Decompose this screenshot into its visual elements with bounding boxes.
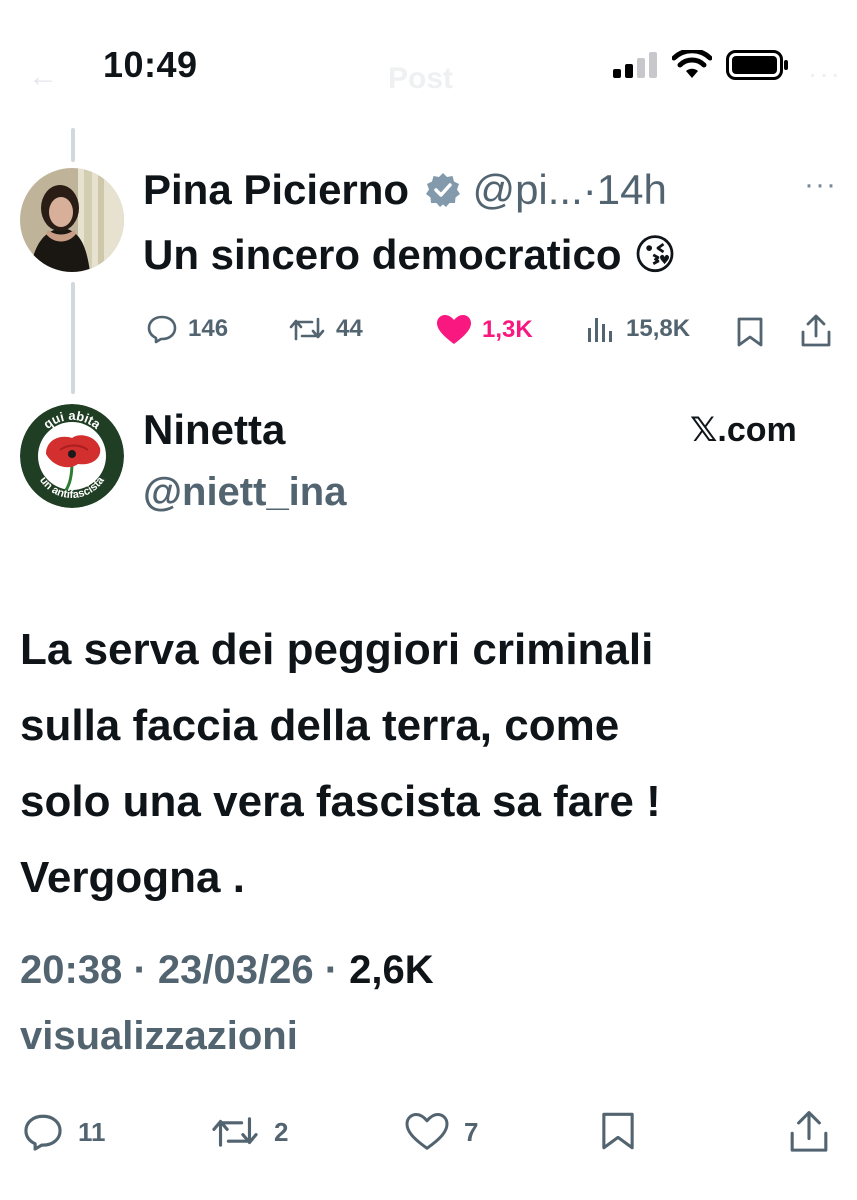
- repost-icon: [289, 317, 325, 341]
- reply-count: 146: [188, 315, 229, 342]
- like-count: 7: [464, 1116, 479, 1147]
- bookmark-icon[interactable]: [600, 1110, 636, 1152]
- repost-icon: [212, 1117, 258, 1147]
- views-icon: [588, 318, 612, 342]
- reply-icon: [147, 315, 177, 344]
- repost-button[interactable]: 2: [210, 1112, 288, 1152]
- tweet-text-line: sulla faccia della terra, come: [20, 701, 620, 750]
- avatar-antifascist-logo: qui abita un antifascista: [20, 404, 124, 508]
- views-count[interactable]: 2,6K: [349, 948, 434, 992]
- share-icon[interactable]: [788, 1110, 830, 1154]
- like-button[interactable]: 7: [404, 1112, 478, 1152]
- author-handle[interactable]: @pi...: [472, 166, 582, 213]
- header-title: Post: [388, 62, 454, 95]
- battery-icon: [726, 50, 788, 80]
- parent-tweet-header: Pina Picierno @pi...·14h: [143, 166, 667, 214]
- header-more-icon[interactable]: ···: [808, 58, 842, 90]
- reply-button[interactable]: 146: [146, 314, 228, 344]
- author-handle[interactable]: @niett_ina: [143, 470, 346, 515]
- tweet-text-line: La serva dei peggiori criminali: [20, 625, 654, 674]
- repost-count: 2: [274, 1116, 289, 1147]
- source-label: 𝕏.com: [690, 411, 797, 449]
- more-options-icon[interactable]: ···: [804, 168, 837, 202]
- tweet-text: Un sincero democratico: [143, 231, 622, 278]
- tweet-text-line: Vergogna .: [20, 853, 245, 902]
- meta-separator: ·: [133, 948, 147, 992]
- repost-button[interactable]: 44: [288, 314, 363, 344]
- tweet-text-line: solo una vera fascista sa fare !: [20, 777, 661, 826]
- verified-badge-icon: [425, 173, 460, 207]
- reply-count: 11: [78, 1116, 106, 1147]
- avatar-photo-pina: [20, 168, 124, 272]
- views-button[interactable]: 15,8K: [586, 314, 690, 344]
- author-name[interactable]: Ninetta: [143, 406, 285, 454]
- heart-filled-icon: [437, 315, 471, 344]
- wifi-icon: [672, 50, 712, 78]
- reply-icon: [24, 1114, 62, 1151]
- thread-line-bottom: [71, 282, 75, 394]
- tweet-body: La serva dei peggiori criminali sulla fa…: [20, 612, 840, 916]
- heart-outline-icon: [405, 1113, 449, 1150]
- like-button[interactable]: 1,3K: [436, 314, 533, 346]
- reply-button[interactable]: 11: [22, 1112, 106, 1152]
- author-name[interactable]: Pina Picierno: [143, 166, 409, 213]
- status-time: 10:49: [103, 44, 198, 85]
- like-count: 1,3K: [482, 316, 533, 343]
- parent-tweet-text: Un sincero democratico 😘: [143, 230, 677, 279]
- tweet-date[interactable]: 23/03/26: [158, 948, 314, 992]
- views-label: visualizzazioni: [20, 1014, 298, 1058]
- avatar[interactable]: [20, 168, 124, 272]
- tweet-meta: 20:38 · 23/03/26 · 2,6K: [20, 948, 434, 993]
- back-arrow-icon[interactable]: ←: [28, 60, 58, 94]
- header-separator: ·: [582, 166, 597, 213]
- cellular-signal-icon: [613, 52, 657, 78]
- tweet-time[interactable]: 20:38: [20, 948, 122, 992]
- share-icon[interactable]: [800, 314, 832, 348]
- meta-separator: ·: [324, 948, 339, 992]
- views-count: 15,8K: [626, 315, 691, 342]
- bookmark-icon[interactable]: [736, 316, 764, 348]
- repost-count: 44: [336, 315, 363, 342]
- kiss-emoji-icon: 😘: [633, 231, 677, 278]
- thread-line-top: [71, 128, 75, 162]
- avatar[interactable]: qui abita un antifascista: [20, 404, 124, 508]
- tweet-time-ago[interactable]: 14h: [597, 166, 667, 213]
